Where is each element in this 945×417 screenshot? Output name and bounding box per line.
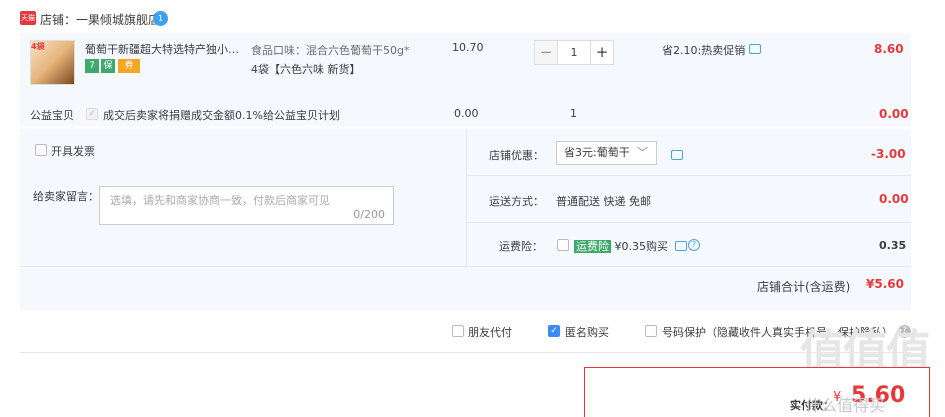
divider [20, 266, 911, 267]
shop-discount-select[interactable]: 省3元:葡萄干 ﹀ [556, 141, 657, 165]
shop-name[interactable]: 店铺：一果倾城旗舰店 [40, 11, 160, 28]
shipping-value: 普通配送 快递 免邮 [556, 195, 651, 208]
divider [467, 175, 911, 176]
tmall-badge-icon: 天猫 [20, 11, 36, 25]
chevron-down-icon: ﹀ [637, 146, 648, 159]
decrease-button[interactable]: − [534, 40, 558, 65]
discount-info-icon[interactable] [671, 150, 683, 160]
sku-info: 食品口味：混合六色葡萄干50g* 4袋【六色六味 新货】 [251, 41, 431, 79]
seven-day-return-icon[interactable]: 7 [85, 59, 99, 73]
sku-line-1: 食品口味：混合六色葡萄干50g* [251, 44, 410, 57]
product-title[interactable]: 葡萄干新疆超大特选特产独小包... [85, 41, 245, 57]
unit-price: 10.70 [452, 41, 484, 54]
charity-price: 0.00 [454, 107, 479, 120]
insurance-checkbox[interactable] [557, 239, 569, 251]
divider [20, 352, 911, 353]
increase-button[interactable]: + [590, 40, 614, 65]
watermark-text: 什么值得买 [805, 396, 886, 415]
sku-line-2: 4袋【六色六味 新货】 [251, 63, 361, 76]
shop-discount-label: 店铺优惠： [489, 149, 544, 162]
promo-text: 省2.10:热卖促销 [662, 42, 761, 58]
item-subtotal: 8.60 [874, 42, 904, 56]
invoice-label[interactable]: 开具发票 [51, 143, 95, 159]
shipping-label: 运送方式： [489, 195, 544, 208]
insurance-info: 运费险 ¥0.35购买 [574, 238, 668, 254]
question-icon[interactable]: ? [688, 239, 700, 251]
shop-discount-value: 省3元:葡萄干 [564, 146, 630, 159]
number-protect-checkbox[interactable] [645, 325, 657, 337]
quantity-input[interactable]: 1 [558, 40, 590, 65]
insurance-price: ¥0.35购买 [614, 240, 669, 253]
divider [466, 129, 467, 266]
anonymous-label[interactable]: 匿名购买 [565, 324, 609, 340]
thumbnail-tag: 4袋 [31, 42, 45, 51]
charity-qty: 1 [570, 107, 577, 120]
message-char-count: 0/200 [353, 208, 385, 221]
invoice-checkbox[interactable] [35, 144, 47, 156]
shop-discount-amount: -3.00 [871, 147, 906, 161]
message-placeholder: 选填，请先和商家协商一致，付款后商家可见 [110, 194, 330, 207]
promo-info-icon[interactable] [748, 44, 761, 54]
insurance-amount: 0.35 [879, 239, 907, 252]
anonymous-checkbox[interactable]: ✓ [548, 325, 560, 337]
charity-desc: 成交后卖家将捐赠成交金额0.1%给公益宝贝计划 [103, 109, 340, 122]
coupon-icon[interactable]: 券 [118, 59, 140, 73]
shipping-amount: 0.00 [879, 192, 909, 206]
friend-pay-label[interactable]: 朋友代付 [468, 324, 512, 340]
divider [467, 222, 911, 223]
shop-total-label: 店铺合计(含运费) [757, 280, 851, 294]
seller-message-input[interactable]: 选填，请先和商家协商一致，付款后商家可见 0/200 [99, 186, 394, 225]
insurance-chat-icon[interactable] [675, 241, 687, 251]
insurance-tag: 运费险 [574, 240, 611, 253]
message-label: 给卖家留言： [33, 190, 99, 203]
charity-checkbox: ✓ [86, 108, 98, 120]
quantity-stepper[interactable]: − 1 + [534, 40, 614, 65]
shop-total-amount: ¥5.60 [866, 277, 904, 291]
friend-pay-checkbox[interactable] [452, 325, 464, 337]
charity-subtotal: 0.00 [879, 107, 909, 121]
guarantee-icon[interactable]: 保 [101, 59, 115, 73]
wangwang-chat-icon[interactable]: 1 [153, 11, 168, 26]
promo-label: 省2.10:热卖促销 [662, 44, 746, 57]
charity-label: 公益宝贝 [30, 109, 74, 122]
insurance-label: 运费险： [499, 240, 543, 253]
